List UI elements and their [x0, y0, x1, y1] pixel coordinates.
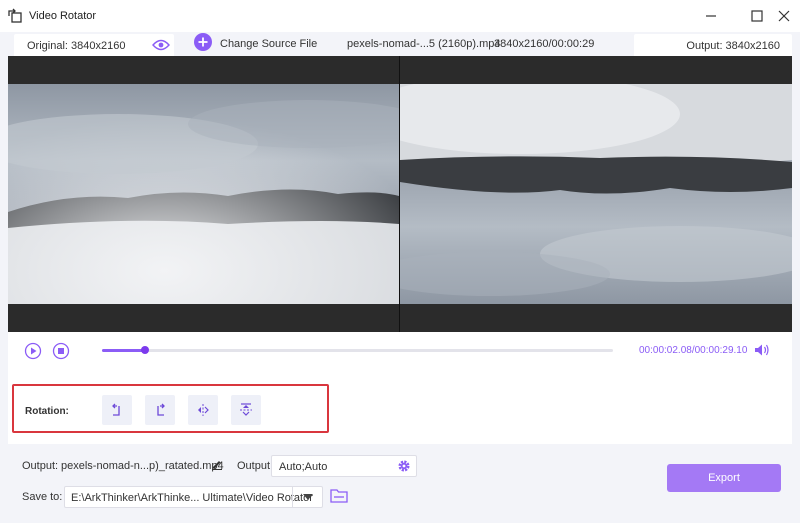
- rotate-right-icon: [157, 403, 165, 416]
- edit-icon[interactable]: [211, 458, 223, 473]
- flip-vertical-icon: [240, 403, 252, 416]
- original-tab: Original: 3840x2160: [14, 34, 174, 56]
- total-time: /00:00:29.10: [691, 345, 748, 356]
- save-path-select[interactable]: E:\ArkThinker\ArkThinke... Ultimate\Vide…: [64, 486, 323, 508]
- folder-icon[interactable]: [330, 488, 348, 507]
- info-bar: Original: 3840x2160 Change Source File p…: [8, 32, 792, 56]
- rotation-highlight-box: Rotation:: [12, 384, 329, 433]
- original-preview: [8, 84, 399, 304]
- source-file-info: 3840x2160/00:00:29: [494, 38, 595, 50]
- title-bar: Video Rotator: [0, 0, 800, 32]
- play-button[interactable]: [24, 342, 42, 360]
- save-path-value: E:\ArkThinker\ArkThinke... Ultimate\Vide…: [71, 492, 313, 504]
- progress-knob[interactable]: [141, 346, 150, 354]
- rotate-app-icon: [7, 8, 23, 24]
- preview-divider: [399, 56, 400, 332]
- eye-icon[interactable]: [152, 39, 170, 54]
- close-button[interactable]: [775, 7, 793, 25]
- change-source-label: Change Source File: [220, 38, 318, 50]
- output-resolution: Output: 3840x2160: [686, 40, 780, 52]
- flip-horizontal-icon: [198, 404, 209, 416]
- volume-icon[interactable]: [754, 343, 770, 360]
- save-to-label: Save to:: [22, 491, 63, 503]
- rotate-right-button[interactable]: [145, 395, 175, 425]
- rotation-label: Rotation:: [25, 406, 69, 417]
- time-display: 00:00:02.08/00:00:29.10: [639, 345, 747, 356]
- output-settings: Output: pexels-nomad-n...p)_ratated.mp4 …: [8, 444, 792, 516]
- flip-vertical-button[interactable]: [231, 395, 261, 425]
- rotated-preview: [400, 84, 792, 304]
- output-format-label: Output:: [237, 460, 274, 472]
- output-tab: Output: 3840x2160: [634, 34, 792, 56]
- current-time: 00:00:02.08: [639, 345, 692, 356]
- progress-slider[interactable]: [102, 346, 613, 354]
- main-panel: Original: 3840x2160 Change Source File p…: [8, 32, 792, 516]
- video-preview: [8, 56, 792, 332]
- save-path-separator: [292, 487, 293, 507]
- output-format-value: Auto;Auto: [279, 461, 328, 473]
- window-title: Video Rotator: [29, 10, 97, 22]
- stop-button[interactable]: [52, 342, 70, 360]
- rotate-left-icon: [112, 403, 120, 416]
- output-file-name: pexels-nomad-n...p)_ratated.mp4: [61, 460, 224, 472]
- source-file-name: pexels-nomad-...5 (2160p).mp4: [347, 38, 501, 50]
- progress-fill: [102, 349, 146, 352]
- rotate-left-button[interactable]: [102, 395, 132, 425]
- output-name-label: Output:: [22, 460, 59, 472]
- export-button[interactable]: Export: [667, 464, 781, 492]
- minimize-button[interactable]: [702, 7, 720, 25]
- maximize-button[interactable]: [748, 7, 766, 25]
- original-resolution: Original: 3840x2160: [27, 40, 126, 52]
- playback-controls: 00:00:02.08/00:00:29.10: [8, 332, 792, 370]
- output-format-select[interactable]: Auto;Auto: [271, 455, 417, 477]
- rotation-section: Rotation:: [8, 370, 792, 444]
- plus-icon: [194, 33, 212, 51]
- flip-horizontal-button[interactable]: [188, 395, 218, 425]
- dropdown-arrow-icon[interactable]: [303, 494, 313, 500]
- gear-icon[interactable]: [397, 459, 411, 476]
